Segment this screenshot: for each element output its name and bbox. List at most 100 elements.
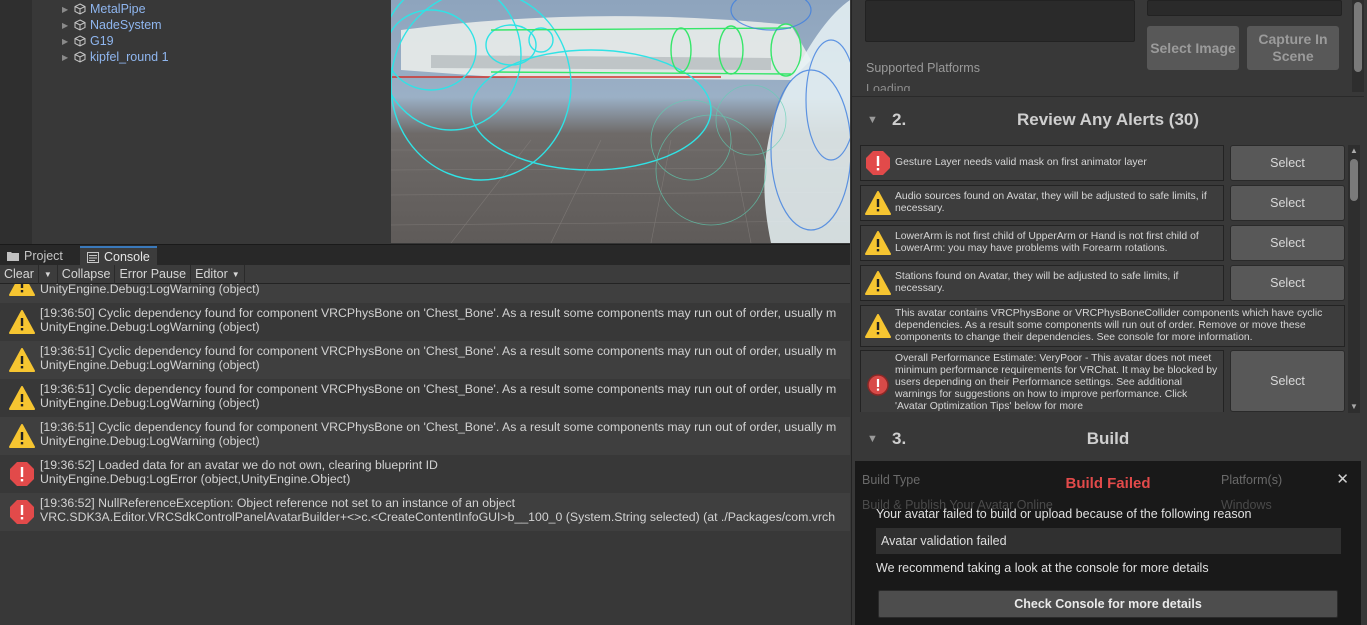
log-line: UnityEngine.Debug:LogWarning (object) xyxy=(40,284,260,296)
log-line: [19:36:51] Cyclic dependency found for c… xyxy=(40,420,837,434)
gameobject-icon xyxy=(74,19,86,31)
alert-select-button[interactable]: Select xyxy=(1230,185,1345,221)
console-toolbar: Clear ▼ Collapse Error Pause Editor ▼ xyxy=(0,264,850,284)
hierarchy-item-label: MetalPipe xyxy=(90,2,146,16)
log-line: UnityEngine.Debug:LogWarning (object) xyxy=(40,396,260,410)
log-text: [19:36:52] Loaded data for an avatar we … xyxy=(40,455,848,486)
alert-select-button[interactable]: Select xyxy=(1230,225,1345,261)
select-label: Select xyxy=(1270,196,1305,210)
alert-select-button[interactable]: Select xyxy=(1230,265,1345,301)
check-console-label: Check Console for more details xyxy=(1014,597,1202,611)
log-line: [19:36:52] Loaded data for an avatar we … xyxy=(40,458,438,472)
alert-message-box: LowerArm is not first child of UpperArm … xyxy=(860,225,1224,261)
log-text: UnityEngine.Debug:LogWarning (object) xyxy=(40,284,848,296)
capture-in-scene-button[interactable]: Capture In Scene xyxy=(1247,26,1339,70)
alert-message: Audio sources found on Avatar, they will… xyxy=(895,191,1207,214)
tab-console[interactable]: Console xyxy=(80,246,157,266)
alert-message: Stations found on Avatar, they will be a… xyxy=(895,271,1179,294)
alert-message-box: This avatar contains VRCPhysBone or VRCP… xyxy=(860,305,1345,347)
warning-icon xyxy=(7,417,37,455)
hierarchy-item[interactable]: ▶ kipfel_round 1 xyxy=(62,49,169,65)
thumbnail-field[interactable] xyxy=(1147,0,1342,16)
error-pause-toggle[interactable]: Error Pause xyxy=(115,264,192,284)
collapse-label: Collapse xyxy=(61,267,111,281)
select-label: Select xyxy=(1270,236,1305,250)
log-line: [19:36:50] Cyclic dependency found for c… xyxy=(40,306,837,320)
gameobject-icon xyxy=(74,51,86,63)
log-entry[interactable]: [19:36:51] Cyclic dependency found for c… xyxy=(0,341,850,379)
select-label: Select xyxy=(1270,276,1305,290)
gameobject-icon xyxy=(74,3,86,15)
log-entry[interactable]: UnityEngine.Debug:LogWarning (object) xyxy=(0,284,850,303)
alert-message-box: Audio sources found on Avatar, they will… xyxy=(860,185,1224,221)
expand-arrow-icon[interactable]: ▶ xyxy=(62,53,70,62)
scene-view[interactable] xyxy=(391,0,850,243)
top-scrollbar[interactable] xyxy=(1352,0,1364,92)
select-image-button[interactable]: Select Image xyxy=(1147,26,1239,70)
gameobject-icon xyxy=(74,35,86,47)
failure-reason-value: Avatar validation failed xyxy=(881,534,1007,548)
log-text: [19:36:51] Cyclic dependency found for c… xyxy=(40,417,848,448)
description-textbox[interactable] xyxy=(865,0,1135,42)
hierarchy-item[interactable]: ▶ G19 xyxy=(62,33,114,49)
close-icon[interactable]: ✕ xyxy=(1336,470,1349,488)
supported-platforms-label: Supported Platforms xyxy=(866,61,980,75)
log-line: VRC.SDK3A.Editor.VRCSdkControlPanelAvata… xyxy=(40,510,836,524)
log-text: [19:36:52] NullReferenceException: Objec… xyxy=(40,493,848,524)
section-title: Build xyxy=(1086,429,1130,448)
tab-label: Console xyxy=(104,250,150,264)
section-build-header[interactable]: ▼ 3. Build xyxy=(852,421,1364,457)
alert-message-box: Stations found on Avatar, they will be a… xyxy=(860,265,1224,301)
warning-icon xyxy=(861,314,895,338)
log-entry[interactable]: [19:36:50] Cyclic dependency found for c… xyxy=(0,303,850,341)
log-line: [19:36:52] NullReferenceException: Objec… xyxy=(40,496,516,510)
log-text: [19:36:51] Cyclic dependency found for c… xyxy=(40,379,848,410)
scene-render xyxy=(391,0,850,243)
loading-label: Loading... xyxy=(866,82,921,91)
tab-project[interactable]: Project xyxy=(0,246,70,266)
hierarchy-item[interactable]: ▶ MetalPipe xyxy=(62,1,146,17)
divider xyxy=(852,96,1364,97)
expand-arrow-icon[interactable]: ▶ xyxy=(62,37,70,46)
collapse-toggle[interactable]: Collapse xyxy=(58,264,116,284)
chevron-down-icon: ▼ xyxy=(231,269,240,279)
log-line: UnityEngine.Debug:LogWarning (object) xyxy=(40,434,260,448)
clear-options-dropdown[interactable]: ▼ xyxy=(39,264,58,284)
tab-label: Project xyxy=(24,249,63,263)
scrollbar-thumb[interactable] xyxy=(1354,2,1362,72)
log-line: [19:36:51] Cyclic dependency found for c… xyxy=(40,382,837,396)
scroll-up-arrow-icon[interactable]: ▲ xyxy=(1348,145,1360,157)
log-entry[interactable]: [19:36:52] NullReferenceException: Objec… xyxy=(0,493,850,531)
select-label: Select xyxy=(1270,374,1305,388)
expand-arrow-icon[interactable]: ▶ xyxy=(62,5,70,14)
hierarchy-panel: ▶ MetalPipe ▶ NadeSystem ▶ G19 ▶ kipfel_… xyxy=(0,0,390,244)
log-entry[interactable]: [19:36:52] Loaded data for an avatar we … xyxy=(0,455,850,493)
section-review-alerts-header[interactable]: ▼ 2. Review Any Alerts (30) xyxy=(852,102,1364,138)
warning-icon xyxy=(861,191,895,215)
chevron-down-icon: ▼ xyxy=(43,269,52,279)
section-title: Review Any Alerts (30) xyxy=(1016,110,1200,129)
log-line: [19:36:51] Cyclic dependency found for c… xyxy=(40,344,837,358)
alerts-scrollbar[interactable]: ▲ ▼ xyxy=(1348,145,1360,413)
perf-error-icon xyxy=(861,353,895,412)
alert-select-button[interactable]: Select xyxy=(1230,145,1345,181)
scrollbar-thumb[interactable] xyxy=(1350,159,1358,201)
check-console-button[interactable]: Check Console for more details xyxy=(878,590,1338,618)
log-text: [19:36:51] Cyclic dependency found for c… xyxy=(40,341,848,372)
warning-icon xyxy=(7,284,37,303)
hierarchy-item-label: G19 xyxy=(90,34,114,48)
editor-dropdown[interactable]: Editor ▼ xyxy=(191,264,245,284)
console-log-list[interactable]: UnityEngine.Debug:LogWarning (object) [1… xyxy=(0,284,850,625)
build-failed-dialog: Build Type Platform(s) Build & Publish Y… xyxy=(855,461,1361,625)
log-entry[interactable]: [19:36:51] Cyclic dependency found for c… xyxy=(0,379,850,417)
alert-select-button[interactable]: Select xyxy=(1230,350,1345,412)
expand-arrow-icon[interactable]: ▶ xyxy=(62,21,70,30)
console-tabbar: Project Console xyxy=(0,244,850,266)
recommendation-text: We recommend taking a look at the consol… xyxy=(876,561,1209,575)
clear-button[interactable]: Clear xyxy=(0,264,39,284)
folder-icon xyxy=(7,252,19,261)
hierarchy-item[interactable]: ▶ NadeSystem xyxy=(62,17,162,33)
scroll-down-arrow-icon[interactable]: ▼ xyxy=(1348,401,1360,413)
error-icon xyxy=(861,150,895,176)
log-entry[interactable]: [19:36:51] Cyclic dependency found for c… xyxy=(0,417,850,455)
